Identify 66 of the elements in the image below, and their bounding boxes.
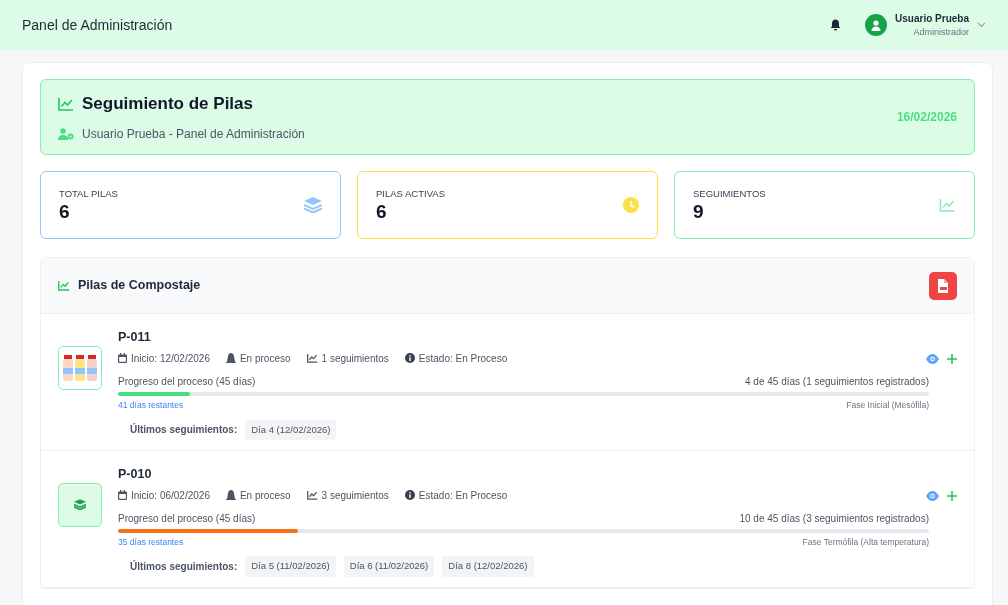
process-state: En proceso: [239, 488, 291, 503]
line-chart-icon: [306, 353, 318, 364]
start-date: Inicio: 12/02/2026: [131, 351, 210, 366]
process-state: En proceso: [239, 351, 291, 366]
panel-title: Pilas de Compostaje: [78, 277, 201, 295]
start-date: Inicio: 06/02/2026: [131, 488, 210, 503]
bell-icon: [225, 490, 236, 500]
clock-icon: [622, 197, 639, 213]
layers-icon: [74, 499, 86, 511]
line-chart-icon: [58, 280, 70, 291]
add-button[interactable]: [947, 490, 957, 501]
tracking-count: 1 seguimientos: [321, 351, 389, 366]
tracking-entry: Día 4 (12/02/2026): [245, 419, 337, 440]
eye-icon: [926, 490, 939, 501]
page-title: Seguimiento de Pilas: [82, 93, 253, 116]
stat-label: PILAS ACTIVAS: [376, 187, 445, 202]
info-icon: [404, 490, 415, 500]
stat-value: 6: [59, 201, 71, 223]
avatar[interactable]: [865, 14, 888, 36]
line-chart-icon: [938, 198, 956, 212]
view-button[interactable]: [926, 490, 939, 501]
line-chart-icon: [306, 490, 318, 500]
current-date: 16/02/2026: [896, 109, 957, 126]
progress-reading: 10 de 45 días (3 seguimientos registrados): [739, 511, 929, 526]
bottles-drawing: [63, 355, 97, 381]
remaining-days: 41 días restantes: [118, 398, 184, 412]
user-name: Usuario Prueba: [895, 11, 969, 26]
status-text: Estado: En Proceso: [418, 351, 508, 366]
line-chart-icon: [58, 97, 74, 111]
pdf-export-button[interactable]: [929, 271, 957, 300]
view-button[interactable]: [926, 353, 939, 364]
status-text: Estado: En Proceso: [418, 488, 508, 503]
info-icon: [404, 353, 415, 364]
stat-value: 9: [692, 201, 705, 223]
user-role: Administrador: [912, 25, 969, 39]
phase-label: Fase Termófila (Alta temperatura): [802, 535, 929, 549]
remaining-days: 35 días restantes: [118, 535, 184, 549]
navbar-title: Panel de Administración: [22, 15, 173, 35]
bell-icon[interactable]: [830, 19, 842, 31]
bell-icon: [225, 353, 236, 364]
stat-label: SEGUIMIENTOS: [692, 187, 766, 202]
stat-value: 6: [376, 201, 388, 223]
page-subtitle: Usuario Prueba - Panel de Administración: [82, 125, 305, 143]
progress-reading: 4 de 45 días (1 seguimientos registrados): [745, 374, 929, 389]
recent-label: Últimos seguimientos:: [130, 559, 238, 574]
calendar-icon: [118, 353, 127, 364]
tracking-entry: Día 8 (12/02/2026): [442, 556, 534, 577]
tracking-entry: Día 6 (11/02/2026): [343, 556, 435, 577]
pdf-file-icon: [937, 278, 949, 293]
tracking-entry: Día 5 (11/02/2026): [245, 556, 336, 577]
stat-label: TOTAL PILAS: [59, 187, 118, 202]
plus-icon: [947, 490, 957, 501]
eye-icon: [926, 353, 939, 364]
progress-label: Progreso del proceso (45 días): [118, 374, 256, 389]
calendar-icon: [118, 490, 127, 500]
add-button[interactable]: [947, 353, 957, 364]
recent-label: Últimos seguimientos:: [130, 422, 238, 438]
pile-code: P-011: [118, 329, 152, 346]
plus-icon: [947, 353, 957, 364]
progress-label: Progreso del proceso (45 días): [118, 511, 256, 526]
tracking-count: 3 seguimientos: [321, 488, 389, 503]
phase-label: Fase Inicial (Mesófila): [846, 398, 929, 412]
user-gear-icon: [58, 127, 74, 140]
pile-code: P-010: [118, 465, 153, 483]
layers-icon: [304, 197, 322, 213]
chevron-down-icon[interactable]: [977, 22, 986, 28]
